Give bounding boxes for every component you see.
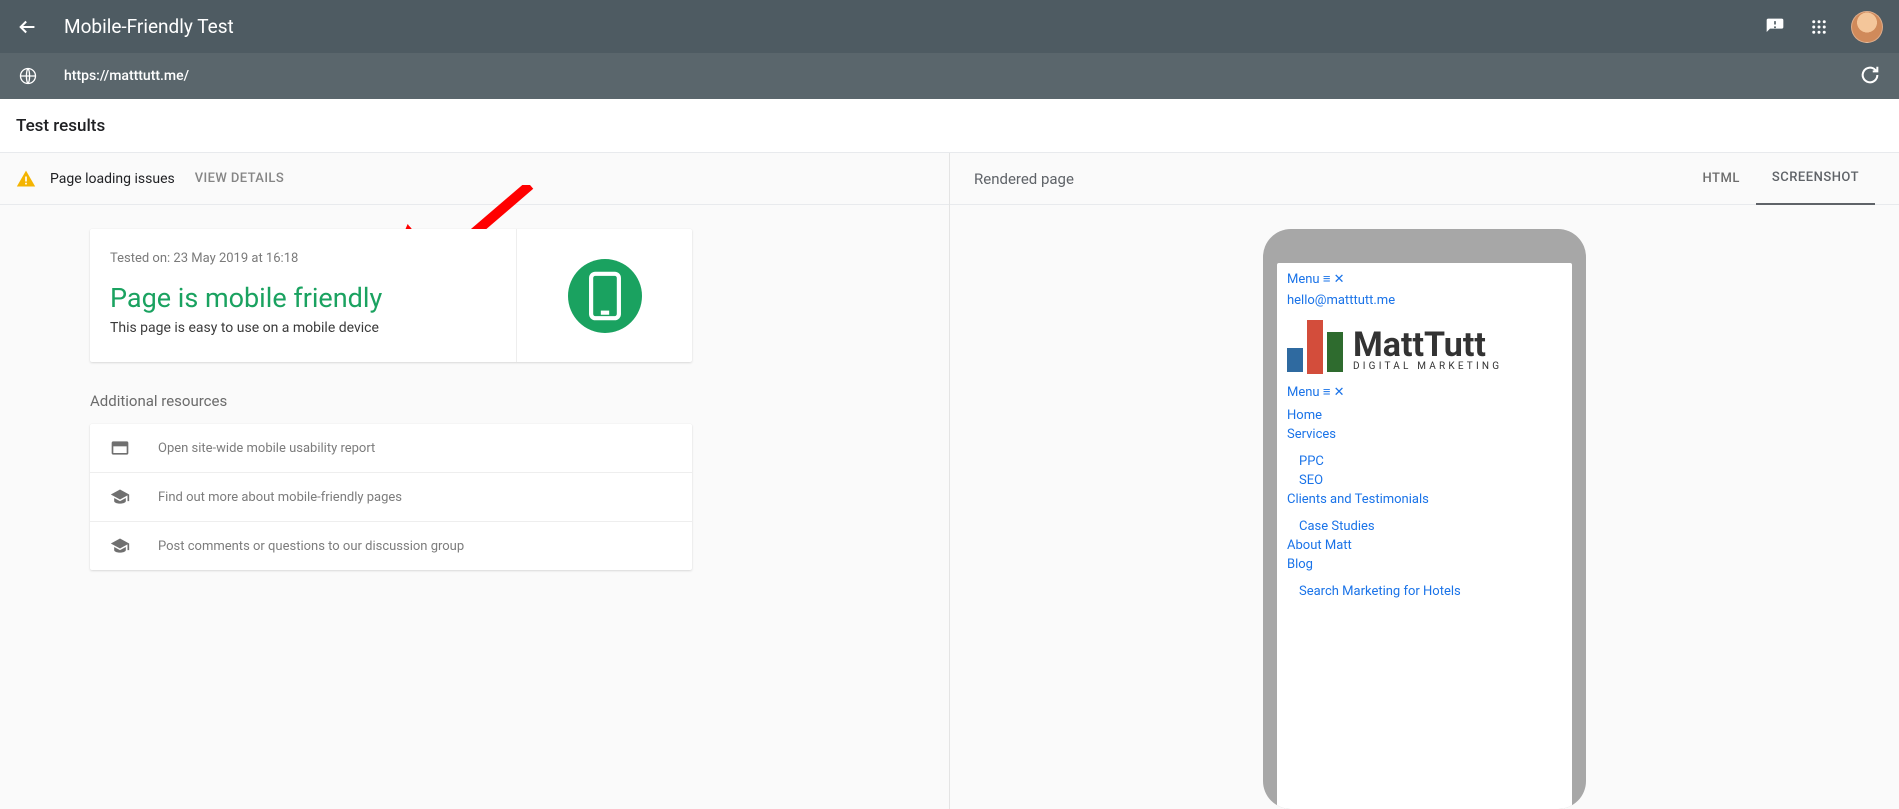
feedback-button[interactable] <box>1763 15 1787 39</box>
back-button[interactable] <box>16 15 40 39</box>
school-icon <box>110 536 130 556</box>
warning-icon <box>16 169 36 189</box>
preview-logo: MattTutt Digital Marketing <box>1287 318 1562 372</box>
tab-html[interactable]: HTML <box>1687 153 1756 205</box>
view-details-button[interactable]: VIEW DETAILS <box>195 171 284 186</box>
tested-on-label: Tested on: 23 May 2019 at 16:18 <box>110 251 496 266</box>
school-icon <box>110 487 130 507</box>
link-text: Post comments or questions to our discus… <box>158 539 464 554</box>
url-bar: https://matttutt.me/ <box>0 53 1899 99</box>
refresh-icon <box>1859 64 1881 86</box>
logo-sub-text: Digital Marketing <box>1353 361 1502 372</box>
section-title: Test results <box>16 116 105 136</box>
link-text: Open site-wide mobile usability report <box>158 441 375 456</box>
arrow-left-icon <box>17 16 39 38</box>
link-learn-more[interactable]: Find out more about mobile-friendly page… <box>90 473 692 522</box>
nav-ppc[interactable]: PPC <box>1299 454 1324 469</box>
apps-grid-icon <box>1810 18 1828 36</box>
rendered-column: Rendered page HTML SCREENSHOT Menu ≡ ✕ h… <box>950 153 1899 809</box>
additional-links-card: Open site-wide mobile usability report F… <box>90 424 692 570</box>
nav-seo[interactable]: SEO <box>1299 473 1323 488</box>
preview-nav: Home Services PPC SEO Clients and Testim… <box>1287 406 1562 601</box>
nav-about[interactable]: About Matt <box>1287 538 1352 553</box>
phone-frame: Menu ≡ ✕ hello@matttutt.me MattTutt Digi… <box>1263 229 1586 809</box>
user-avatar[interactable] <box>1851 11 1883 43</box>
report-icon <box>110 438 130 458</box>
preview-email-link[interactable]: hello@matttutt.me <box>1287 293 1395 308</box>
preview-menu-link[interactable]: Menu <box>1287 272 1320 287</box>
result-title: Page is mobile friendly <box>110 282 496 314</box>
preview-menu-link-2[interactable]: Menu <box>1287 385 1320 400</box>
logo-main-text: MattTutt <box>1353 330 1502 361</box>
issues-label: Page loading issues <box>50 171 175 187</box>
nav-case[interactable]: Case Studies <box>1299 519 1375 534</box>
result-card: Tested on: 23 May 2019 at 16:18 Page is … <box>90 229 692 362</box>
refresh-button[interactable] <box>1859 64 1883 88</box>
link-site-report[interactable]: Open site-wide mobile usability report <box>90 424 692 473</box>
app-header: Mobile-Friendly Test <box>0 0 1899 53</box>
additional-heading: Additional resources <box>90 392 692 410</box>
link-discussion[interactable]: Post comments or questions to our discus… <box>90 522 692 570</box>
link-text: Find out more about mobile-friendly page… <box>158 490 402 505</box>
phone-screen: Menu ≡ ✕ hello@matttutt.me MattTutt Digi… <box>1277 263 1572 809</box>
section-header: Test results <box>0 99 1899 153</box>
nav-blog[interactable]: Blog <box>1287 557 1313 572</box>
results-column: Page loading issues VIEW DETAILS Tested … <box>0 153 950 809</box>
mobile-friendly-icon <box>568 259 642 333</box>
menu-toggle-icon: ≡ ✕ <box>1323 385 1345 400</box>
page-loading-issues-row: Page loading issues VIEW DETAILS <box>0 153 949 205</box>
app-title: Mobile-Friendly Test <box>64 15 1763 38</box>
nav-home[interactable]: Home <box>1287 408 1322 423</box>
tested-url[interactable]: https://matttutt.me/ <box>64 68 1859 84</box>
announcement-icon <box>1765 17 1785 37</box>
globe-icon <box>16 64 40 88</box>
menu-toggle-icon: ≡ ✕ <box>1323 272 1345 287</box>
apps-button[interactable] <box>1807 15 1831 39</box>
nav-search-hotels[interactable]: Search Marketing for Hotels <box>1299 584 1461 599</box>
result-subtitle: This page is easy to use on a mobile dev… <box>110 320 496 336</box>
rendered-label: Rendered page <box>974 170 1687 188</box>
tab-screenshot[interactable]: SCREENSHOT <box>1756 153 1875 205</box>
phone-icon <box>588 271 622 321</box>
nav-clients[interactable]: Clients and Testimonials <box>1287 492 1429 507</box>
nav-services[interactable]: Services <box>1287 427 1336 442</box>
